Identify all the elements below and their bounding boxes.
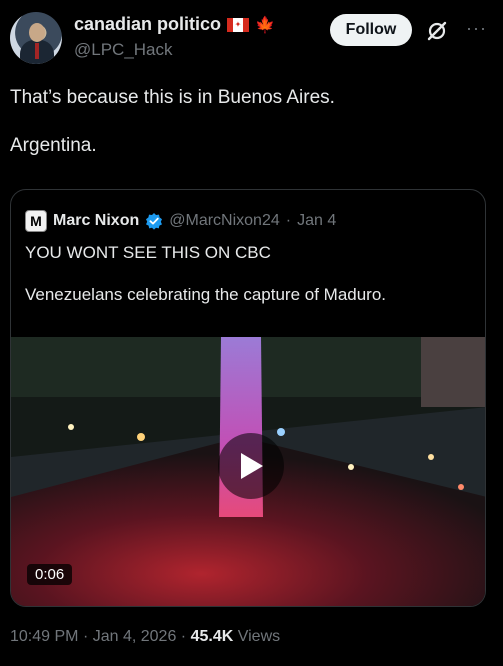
tweet-text: That’s because this is in Buenos Aires. … [10, 86, 335, 182]
quoted-tweet-text: YOU WONT SEE THIS ON CBC Venezuelans cel… [25, 243, 386, 327]
tweet-header: canadian politico ✦ 🍁 @LPC_Hack Follow ·… [10, 12, 495, 68]
meta-separator: · [285, 212, 292, 229]
timestamp-separator: · [180, 628, 187, 645]
avatar-tie [35, 43, 39, 59]
views-count[interactable]: 45.4K [191, 628, 234, 645]
tweet-time[interactable]: 10:49 PM [10, 628, 78, 645]
quoted-tweet[interactable]: M Marc Nixon @MarcNixon24 · Jan 4 YOU WO… [10, 189, 486, 607]
views-label: Views [237, 628, 281, 645]
quoted-author-handle[interactable]: @MarcNixon24 [169, 212, 280, 230]
tweet-date[interactable]: Jan 4, 2026 [93, 628, 177, 645]
video-player[interactable]: 0:06 [11, 337, 485, 606]
play-button[interactable] [218, 433, 284, 499]
maple-leaf-icon: 🍁 [255, 16, 275, 34]
tweet-timestamp: 10:49 PM · Jan 4, 2026 · 45.4K Views [10, 628, 280, 646]
video-duration: 0:06 [27, 564, 73, 585]
avatar-face [29, 23, 45, 42]
author-handle[interactable]: @LPC_Hack [74, 40, 173, 60]
timestamp-separator: · [82, 628, 89, 645]
follow-button[interactable]: Follow [330, 14, 412, 46]
tweet-line-2: Argentina. [10, 135, 97, 156]
author-avatar[interactable] [10, 12, 62, 64]
author-display-name[interactable]: canadian politico [74, 14, 221, 35]
quoted-line-2: Venezuelans celebrating the capture of M… [25, 285, 387, 304]
quoted-tweet-header: M Marc Nixon @MarcNixon24 · Jan 4 [25, 210, 336, 232]
more-options-icon[interactable]: ··· [466, 18, 487, 39]
name-row: canadian politico ✦ 🍁 [74, 14, 275, 35]
quoted-author-avatar[interactable]: M [25, 210, 47, 232]
grok-icon[interactable] [426, 20, 448, 42]
verified-badge-icon [146, 213, 163, 230]
quoted-tweet-date[interactable]: Jan 4 [297, 212, 336, 230]
canada-flag-icon: ✦ [227, 17, 250, 32]
tweet-line-1: That’s because this is in Buenos Aires. [10, 87, 335, 108]
quoted-author-name[interactable]: Marc Nixon [53, 212, 139, 230]
quoted-line-1: YOU WONT SEE THIS ON CBC [25, 243, 271, 262]
play-icon [241, 453, 263, 479]
